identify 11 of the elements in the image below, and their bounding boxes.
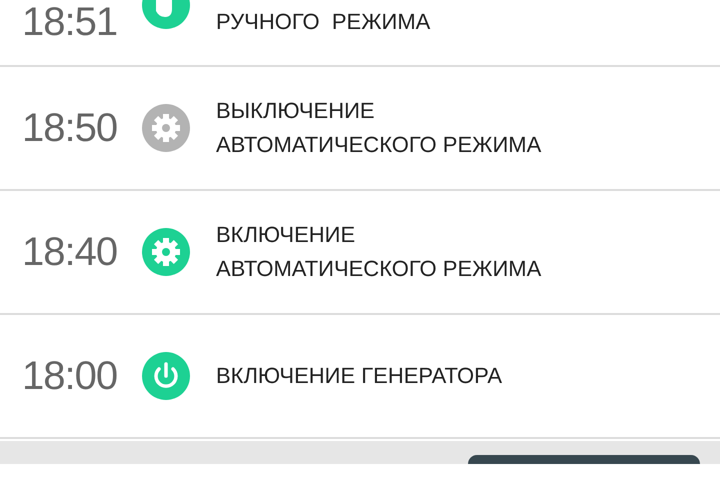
event-time: 18:40 [21, 229, 118, 276]
event-title: ВЫКЛЮЧЕНИЕ [216, 97, 375, 125]
event-title: АВТОМАТИЧЕСКОГО РЕЖИМА [216, 255, 542, 283]
action-button[interactable] [468, 455, 700, 464]
event-time: 18:51 [21, 0, 118, 44]
event-time: 18:00 [21, 353, 118, 400]
event-title: АВТОМАТИЧЕСКОГО РЕЖИМА [216, 131, 542, 159]
event-title: ВКЛЮЧЕНИЕ ГЕНЕРАТОРА [216, 362, 502, 390]
event-time: 18:50 [21, 105, 118, 152]
event-title: ВКЛЮЧЕНИЕ [216, 221, 356, 249]
event-title: РУЧНОГО РЕЖИМА [216, 8, 430, 36]
